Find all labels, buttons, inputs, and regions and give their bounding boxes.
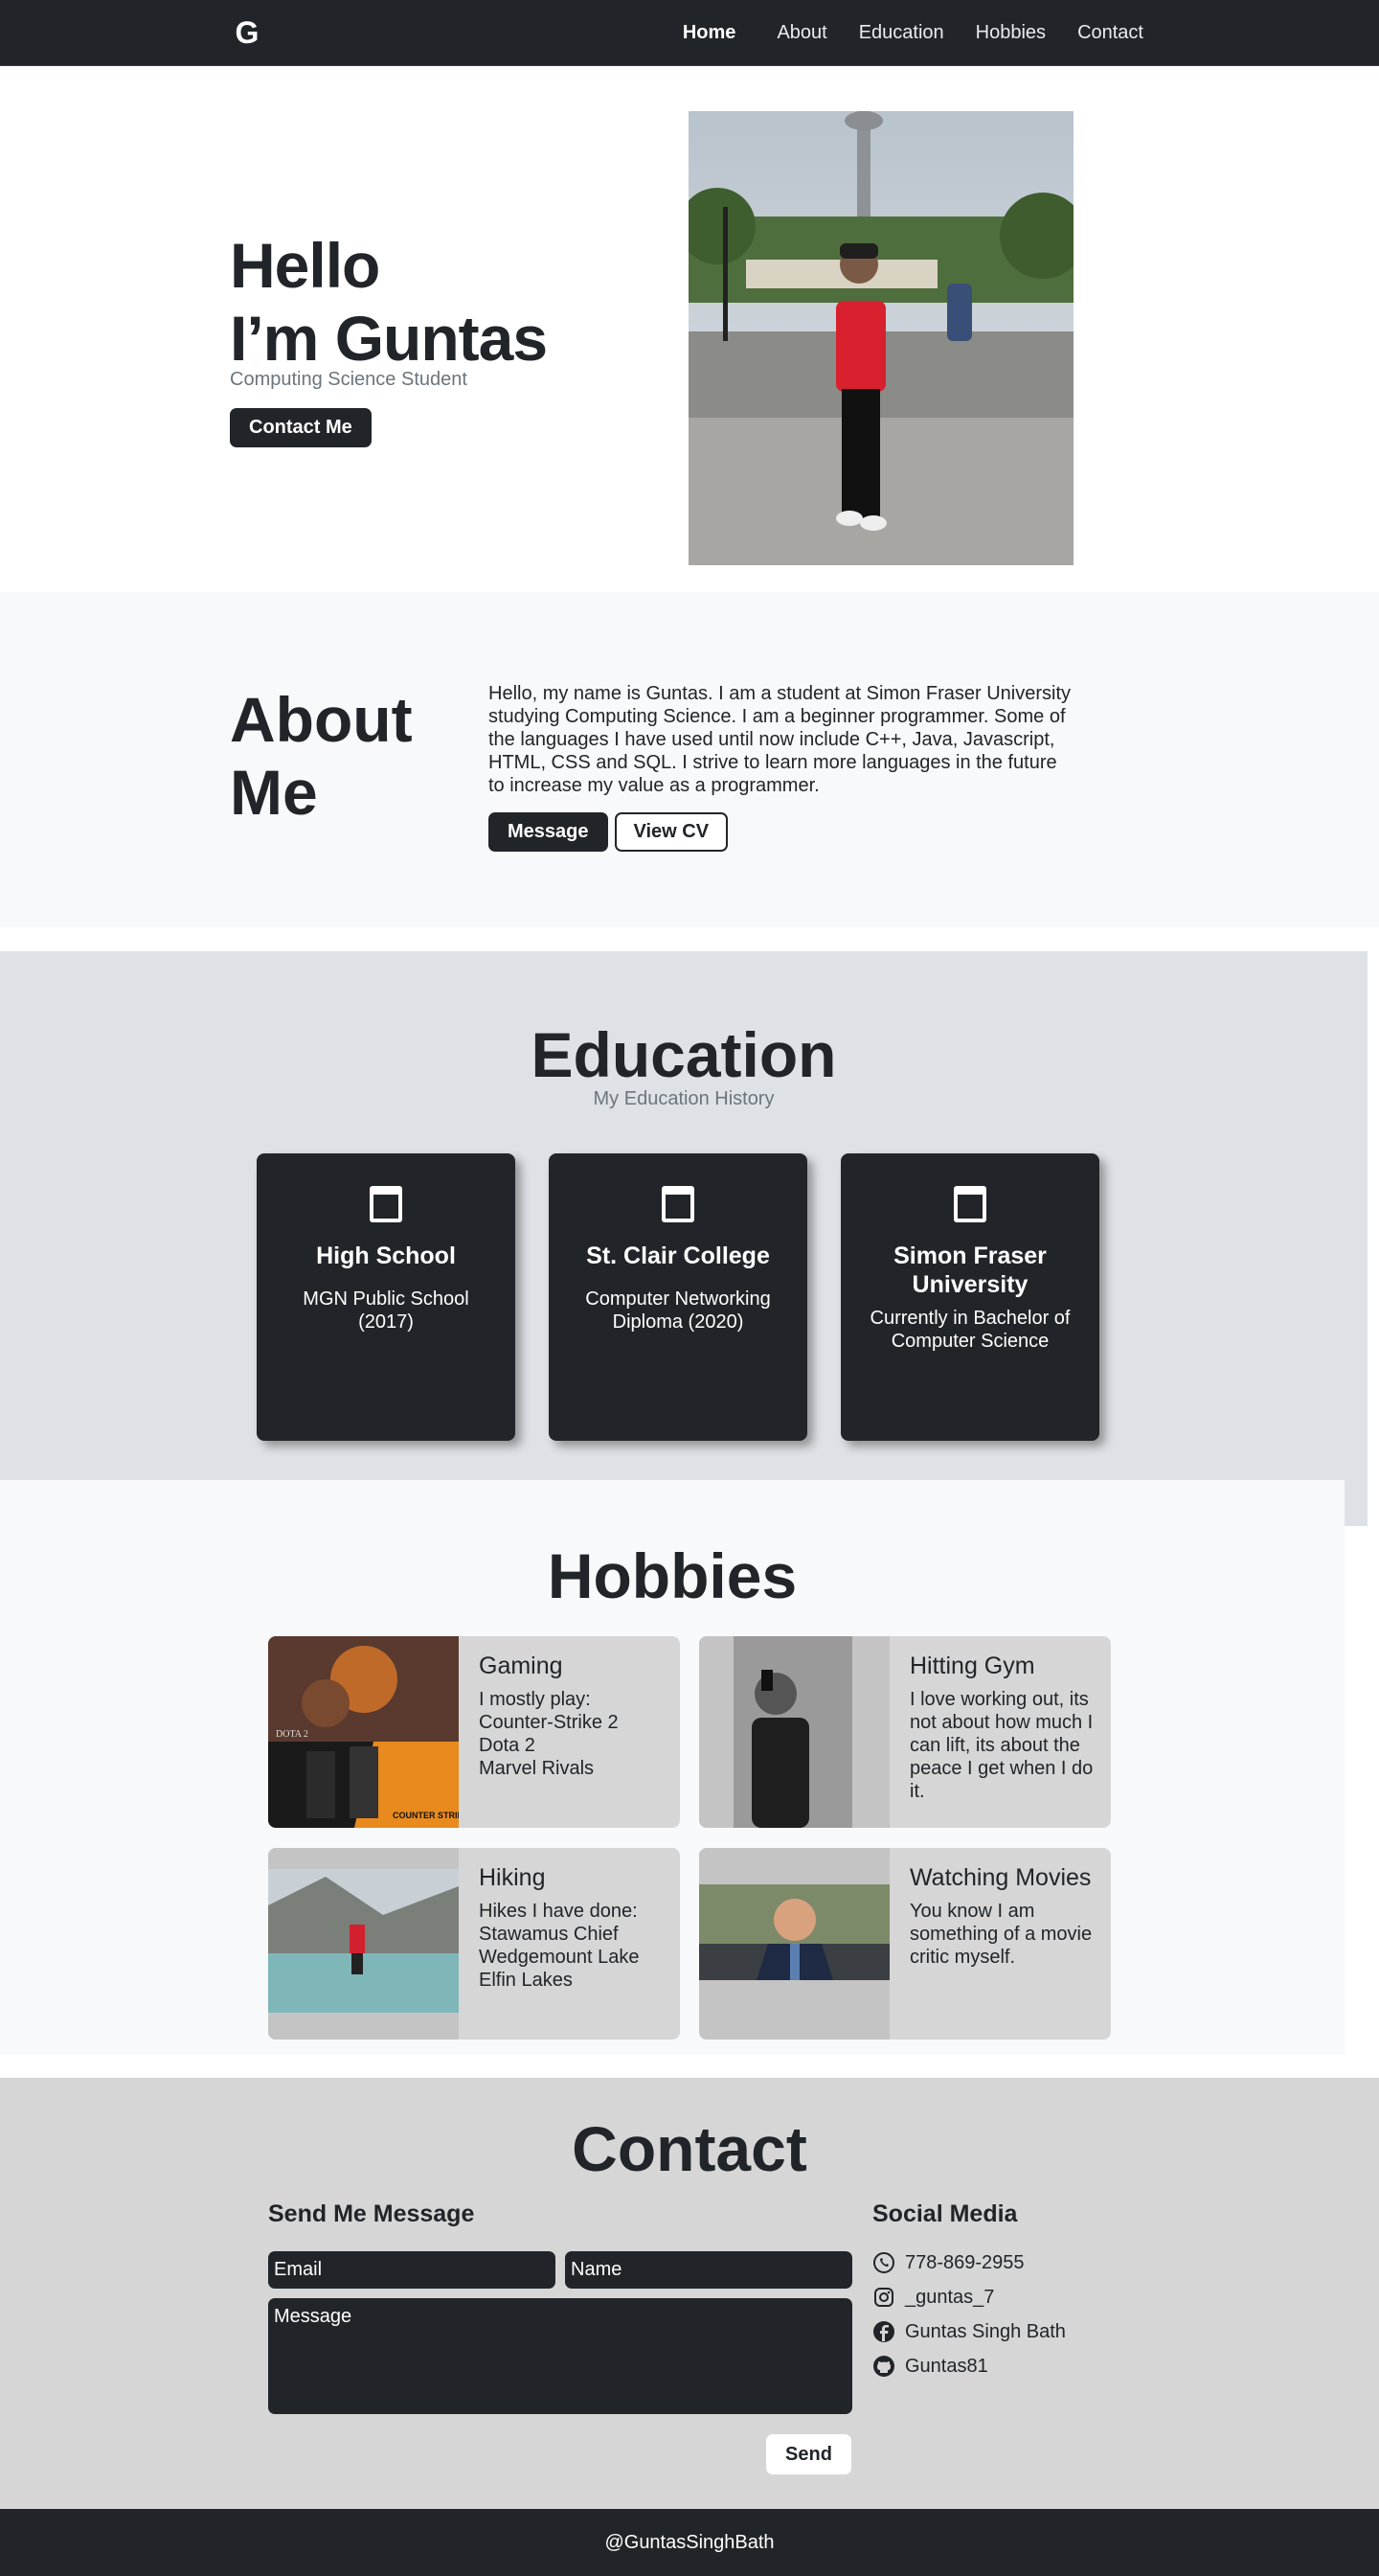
footer-text[interactable]: @GuntasSinghBath bbox=[604, 2532, 774, 2553]
social-facebook[interactable]: Guntas Singh Bath bbox=[872, 2320, 1066, 2343]
instagram-icon bbox=[874, 2288, 893, 2307]
nav-about[interactable]: About bbox=[777, 22, 826, 44]
social-github[interactable]: Guntas81 bbox=[872, 2355, 988, 2378]
hobby-text: Hitting Gym I love working out, its not … bbox=[890, 1636, 1111, 1828]
nav-education[interactable]: Education bbox=[859, 22, 944, 44]
window-icon bbox=[954, 1186, 986, 1222]
hobby-line: I mostly play: bbox=[479, 1689, 591, 1710]
education-subtitle: My Education History bbox=[593, 1088, 775, 1109]
hobby-text: Gaming I mostly play: Counter-Strike 2 Dot… bbox=[459, 1636, 628, 1828]
hobby-text: Hiking Hikes I have done: Stawamus Chief W… bbox=[459, 1848, 649, 2040]
education-card-title: St. Clair College bbox=[586, 1242, 770, 1269]
education-title: Education bbox=[531, 1019, 837, 1090]
name-input[interactable]: Name bbox=[565, 2251, 852, 2289]
about-body: Hello, my name is Guntas. I am a student… bbox=[488, 682, 1073, 852]
gaming-image: DOTA 2 COUNTER STRIKE bbox=[268, 1636, 469, 1828]
hobby-line: Elfin Lakes bbox=[479, 1970, 573, 1991]
window-icon bbox=[370, 1186, 402, 1222]
hero-line1: Hello bbox=[230, 230, 380, 301]
education-card: St. Clair College Computer Networking Di… bbox=[549, 1153, 807, 1441]
message-button[interactable]: Message bbox=[488, 812, 608, 852]
education-card-desc: MGN Public School (2017) bbox=[303, 1288, 469, 1333]
hobby-desc: I mostly play: Counter-Strike 2 Dota 2 Marv… bbox=[479, 1688, 619, 1780]
hobby-line: Dota 2 bbox=[479, 1735, 535, 1756]
logo[interactable]: G bbox=[230, 15, 264, 51]
social-text: _guntas_7 bbox=[905, 2286, 995, 2308]
hobby-desc: Hikes I have done: Stawamus Chief Wedgemou… bbox=[479, 1900, 640, 1992]
whatsapp-icon bbox=[873, 2252, 894, 2273]
social-heading: Social Media bbox=[872, 2200, 1018, 2227]
email-input[interactable]: Email bbox=[268, 2251, 555, 2289]
gym-image bbox=[699, 1636, 890, 1828]
education-section: Education My Education History High Scho… bbox=[0, 951, 1368, 1526]
education-card: High School MGN Public School (2017) bbox=[257, 1153, 515, 1441]
social-instagram[interactable]: _guntas_7 bbox=[872, 2286, 994, 2309]
hobby-desc: You know I am something of a movie criti… bbox=[910, 1901, 1093, 1968]
hobby-text: Watching Movies You know I am something … bbox=[890, 1848, 1111, 2040]
education-card: Simon Fraser University Currently in Bac… bbox=[841, 1153, 1099, 1441]
facebook-icon bbox=[873, 2321, 894, 2342]
hobbies-grid: DOTA 2 COUNTER STRIKE Gaming I mostly pl… bbox=[268, 1636, 1111, 2040]
about-title-line1: About bbox=[230, 684, 413, 755]
nav-hobbies[interactable]: Hobbies bbox=[976, 22, 1046, 44]
hero-text: Hello I’m Guntas Computing Science Studen… bbox=[230, 229, 548, 447]
contact-me-button[interactable]: Contact Me bbox=[230, 408, 372, 447]
movies-image bbox=[699, 1848, 890, 2040]
education-card-desc: Currently in Bachelor of Computer Scienc… bbox=[870, 1308, 1071, 1352]
hobbies-title: Hobbies bbox=[547, 1540, 798, 1611]
hobby-title: Hiking bbox=[479, 1864, 546, 1891]
hobby-line: Wedgemount Lake bbox=[479, 1947, 640, 1968]
hobby-title: Hitting Gym bbox=[910, 1653, 1035, 1679]
hobby-line: Stawamus Chief bbox=[479, 1924, 619, 1945]
about-buttons: Message View CV bbox=[488, 812, 1073, 852]
hobby-card: DOTA 2 COUNTER STRIKE Gaming I mostly pl… bbox=[268, 1636, 680, 1828]
contact-section: Contact Send Me Message Email Name Messa… bbox=[0, 2078, 1379, 2509]
message-textarea[interactable]: Message bbox=[268, 2298, 852, 2414]
nav-links: Home About Education Hobbies Contact bbox=[683, 22, 1143, 44]
hobby-title: Gaming bbox=[479, 1653, 563, 1679]
navbar: G Home About Education Hobbies Contact bbox=[0, 0, 1379, 66]
view-cv-button[interactable]: View CV bbox=[614, 812, 729, 852]
about-title: About Me bbox=[230, 683, 413, 829]
hobby-title: Watching Movies bbox=[910, 1864, 1092, 1891]
education-cards: High School MGN Public School (2017) St.… bbox=[257, 1153, 1099, 1441]
dota-logo-text: DOTA 2 bbox=[276, 1729, 308, 1740]
about-title-line2: Me bbox=[230, 757, 318, 828]
hiking-image bbox=[268, 1848, 459, 2040]
cs-logo-text: COUNTER STRIKE bbox=[393, 1811, 459, 1820]
window-icon bbox=[662, 1186, 694, 1222]
profile-photo bbox=[689, 111, 1074, 565]
hero-heading: Hello I’m Guntas bbox=[230, 229, 548, 375]
contact-title: Contact bbox=[572, 2113, 807, 2184]
send-button[interactable]: Send bbox=[766, 2434, 851, 2474]
about-text: Hello, my name is Guntas. I am a student… bbox=[488, 683, 1071, 796]
social-text: Guntas81 bbox=[905, 2355, 988, 2377]
hobby-line: Counter-Strike 2 bbox=[479, 1712, 619, 1733]
form-heading: Send Me Message bbox=[268, 2200, 475, 2227]
hobby-line: Marvel Rivals bbox=[479, 1758, 595, 1779]
hobby-card: Hiking Hikes I have done: Stawamus Chief W… bbox=[268, 1848, 680, 2040]
footer: @GuntasSinghBath bbox=[0, 2509, 1379, 2576]
social-text: 778-869-2955 bbox=[905, 2251, 1025, 2273]
hobbies-section: Hobbies DOTA 2 COUNTER STRIKE Gaming I m bbox=[0, 1480, 1345, 2055]
hobby-card: Watching Movies You know I am something … bbox=[699, 1848, 1111, 2040]
social-whatsapp[interactable]: 778-869-2955 bbox=[872, 2251, 1025, 2274]
about-section: About Me Hello, my name is Guntas. I am a… bbox=[0, 592, 1379, 927]
nav-home[interactable]: Home bbox=[683, 22, 736, 44]
education-card-title: Simon Fraser University bbox=[893, 1242, 1047, 1298]
education-card-desc: Computer Networking Diploma (2020) bbox=[585, 1288, 771, 1333]
social-text: Guntas Singh Bath bbox=[905, 2320, 1066, 2342]
github-icon bbox=[873, 2356, 894, 2377]
nav-contact[interactable]: Contact bbox=[1077, 22, 1143, 44]
education-card-title: High School bbox=[316, 1242, 456, 1269]
hobby-card: Hitting Gym I love working out, its not … bbox=[699, 1636, 1111, 1828]
hero-line2: I’m Guntas bbox=[230, 303, 548, 374]
hero-section: Hello I’m Guntas Computing Science Studen… bbox=[0, 66, 1379, 592]
hobby-line: Hikes I have done: bbox=[479, 1901, 638, 1922]
hobby-desc: I love working out, its not about how mu… bbox=[910, 1689, 1094, 1802]
